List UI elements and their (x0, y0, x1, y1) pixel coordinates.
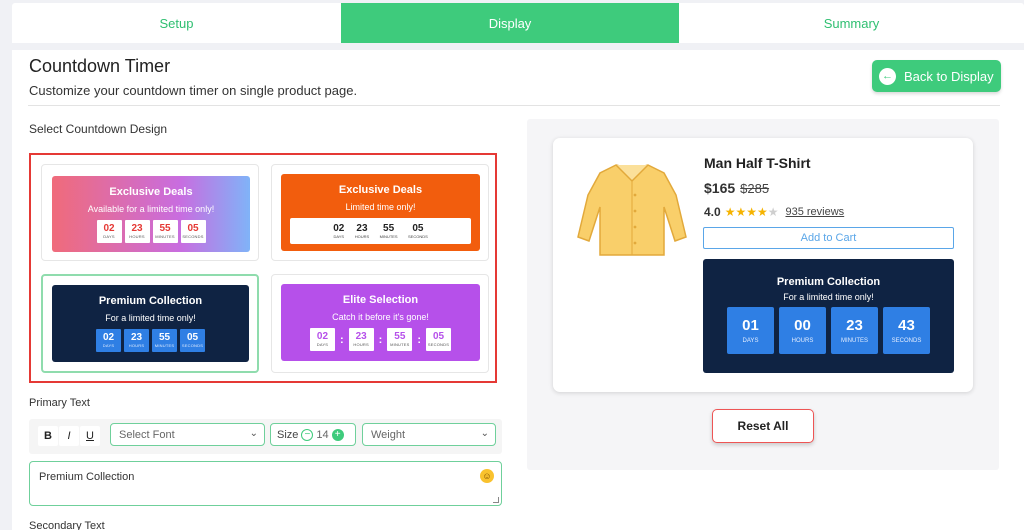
design-heading: Exclusive Deals (109, 186, 193, 198)
header-divider (28, 105, 1000, 106)
design-section-label: Select Countdown Design (29, 122, 168, 136)
design-card-navy[interactable]: Premium Collection For a limited time on… (41, 274, 259, 373)
countdown-box: 02 DAYS (96, 329, 121, 352)
design-preview: Elite Selection Catch it before it's gon… (281, 284, 480, 361)
countdown-box: 05 SECONDS (180, 329, 205, 352)
bold-button[interactable]: B (38, 426, 58, 446)
current-price: $165 (704, 180, 736, 196)
product-rating: 4.0 ★★★★★ 935 reviews (704, 205, 844, 219)
timer-box-minutes: 23 MINUTES (831, 307, 878, 354)
primary-text-toolbar: B I U Select Font ⌄ Size − 14 + Weight ⌄ (29, 419, 502, 454)
tab-setup[interactable]: Setup (12, 3, 341, 43)
back-button-label: Back to Display (904, 68, 994, 84)
design-card-orange[interactable]: Exclusive Deals Limited time only! 02 DAY… (271, 164, 489, 261)
reviews-link[interactable]: 935 reviews (785, 206, 844, 218)
countdown-box: 23 HOURS (348, 328, 374, 351)
countdown-box: 05 SECONDS (180, 220, 206, 243)
colon-separator: : (417, 333, 421, 346)
design-countdown: 02 DAYS 23 HOURS 55 MINUTES 05 SECONDS (52, 329, 249, 352)
design-subtext: Limited time only! (345, 202, 416, 212)
design-preview: Exclusive Deals Available for a limited … (52, 176, 250, 252)
size-value: 14 (316, 428, 329, 441)
primary-text-label: Primary Text (29, 397, 90, 409)
weight-select-placeholder: Weight (371, 428, 406, 441)
font-select[interactable]: Select Font ⌄ (110, 423, 265, 446)
countdown-box: 02 DAYS (96, 220, 122, 243)
primary-text-input[interactable]: Premium Collection ☺ (29, 461, 502, 506)
weight-select[interactable]: Weight ⌄ (362, 423, 496, 446)
countdown-box: 55 MINUTES (152, 329, 177, 352)
design-heading: Elite Selection (342, 294, 419, 306)
secondary-text-label: Secondary Text (29, 520, 105, 530)
design-subtext: Available for a limited time only! (87, 204, 215, 214)
tab-summary[interactable]: Summary (679, 3, 1024, 43)
size-stepper[interactable]: Size − 14 + (270, 423, 356, 446)
step-tabs: Setup Display Summary (12, 3, 1024, 43)
timer-box-hours: 00 HOURS (779, 307, 826, 354)
countdown-cell: 55 MINUTES (379, 222, 398, 239)
arrow-left-icon: ← (879, 67, 896, 85)
countdown-box: 55 MINUTES (387, 328, 413, 351)
size-label: Size (277, 428, 299, 441)
design-picker: Exclusive Deals Available for a limited … (29, 153, 497, 383)
page-title: Countdown Timer (29, 56, 171, 76)
emoji-picker-icon[interactable]: ☺ (480, 469, 494, 483)
old-price: $285 (740, 181, 770, 196)
design-card-gradient[interactable]: Exclusive Deals Available for a limited … (41, 164, 259, 261)
tab-display[interactable]: Display (341, 3, 679, 43)
countdown-cell: 05 SECONDS (408, 222, 428, 239)
colon-separator: : (378, 333, 383, 346)
design-preview: Premium Collection For a limited time on… (52, 285, 249, 362)
product-price: $165 $285 (704, 180, 769, 196)
countdown-box: 23 HOURS (124, 329, 149, 352)
countdown-box: 02 DAYS (309, 328, 335, 351)
design-subtext: Catch it before it's gone! (332, 312, 429, 322)
design-countdown: 02 DAYS 23 HOURS 55 MINUTES 05 SECONDS (290, 218, 471, 244)
design-countdown: 02 DAYS 23 HOURS 55 MINUTES 05 SECONDS (52, 220, 250, 243)
timer-box-days: 01 DAYS (727, 307, 774, 354)
underline-button[interactable]: U (80, 426, 100, 446)
italic-button[interactable]: I (59, 426, 79, 446)
add-to-cart-button[interactable]: Add to Cart (703, 227, 954, 249)
chevron-down-icon: ⌄ (480, 428, 489, 439)
chevron-down-icon: ⌄ (249, 428, 258, 439)
primary-text-value: Premium Collection (39, 471, 135, 483)
reset-all-button[interactable]: Reset All (712, 409, 814, 443)
countdown-cell: 02 DAYS (333, 222, 345, 239)
timer-heading: Premium Collection (776, 276, 881, 288)
design-card-purple[interactable]: Elite Selection Catch it before it's gon… (271, 274, 489, 373)
design-heading: Exclusive Deals (338, 184, 423, 196)
font-select-placeholder: Select Font (119, 428, 175, 441)
preview-countdown-timer: Premium Collection For a limited time on… (703, 259, 954, 373)
design-heading: Premium Collection (98, 295, 203, 307)
timer-boxes: 01 DAYS 00 HOURS 23 MINUTES 43 SECONDS (703, 307, 954, 354)
design-preview: Exclusive Deals Limited time only! 02 DAY… (281, 174, 480, 251)
shirt-image (577, 164, 687, 256)
plus-icon[interactable]: + (331, 428, 344, 441)
resize-handle-icon[interactable] (493, 497, 499, 503)
countdown-box: 23 HOURS (124, 220, 150, 243)
colon-separator: : (339, 333, 344, 346)
countdown-box: 55 MINUTES (152, 220, 178, 243)
countdown-box: 05 SECONDS (426, 328, 451, 351)
timer-subtext: For a limited time only! (783, 292, 874, 302)
design-countdown: 02 DAYS : 23 HOURS : 55 MINUTES : 05 SECONDS (281, 328, 480, 351)
star-rating-icon: ★★★★★ (724, 205, 779, 219)
timer-box-seconds: 43 SECONDS (883, 307, 930, 354)
countdown-cell: 23 HOURS (354, 222, 370, 239)
minus-icon[interactable]: − (301, 428, 314, 441)
design-subtext: For a limited time only! (105, 313, 196, 323)
rating-value: 4.0 (704, 205, 721, 219)
product-name: Man Half T-Shirt (704, 155, 811, 171)
page-subtitle: Customize your countdown timer on single… (29, 83, 358, 98)
back-to-display-button[interactable]: ← Back to Display (872, 60, 1001, 92)
